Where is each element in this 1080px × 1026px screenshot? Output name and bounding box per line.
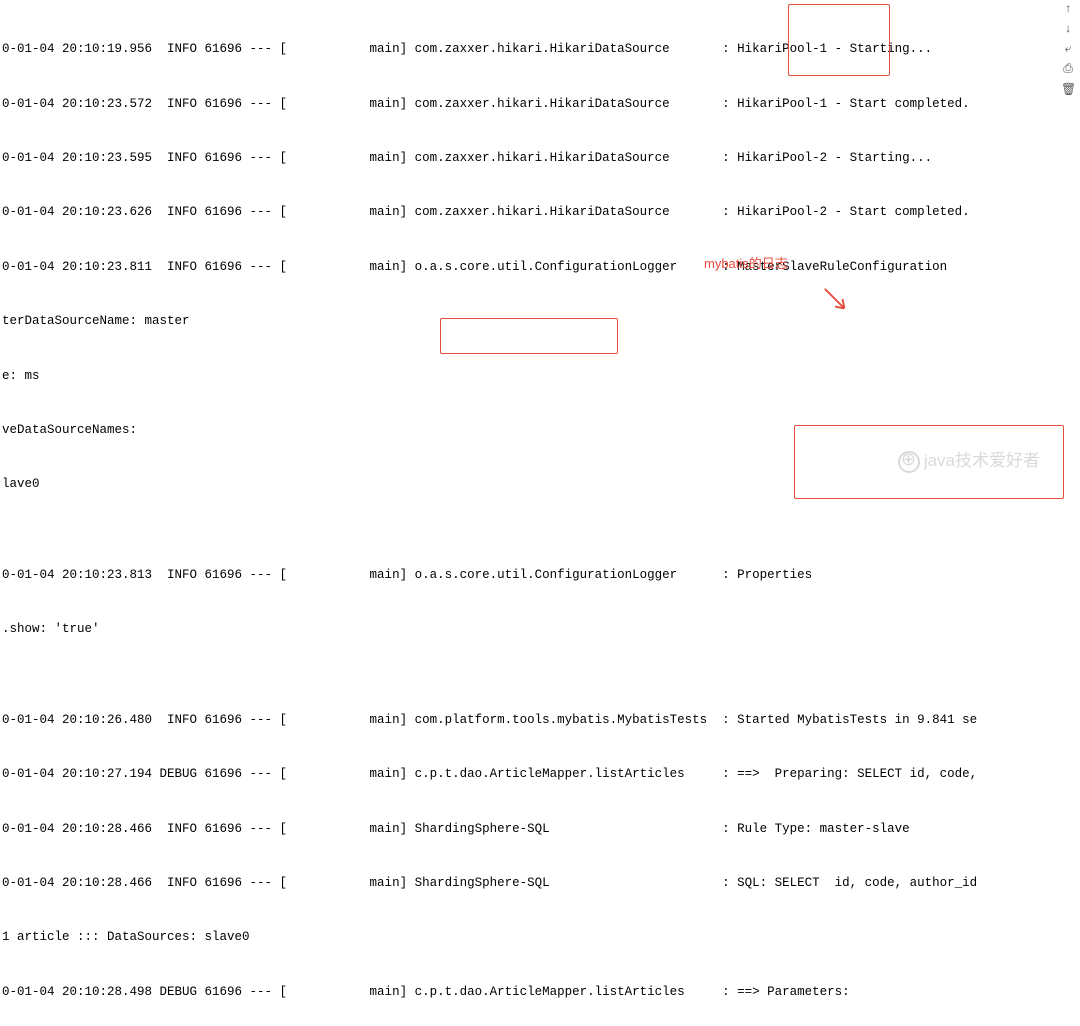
log-line: e: ms [2, 367, 1078, 385]
log-line: 0-01-04 20:10:27.194 DEBUG 61696 --- [ m… [2, 765, 1078, 783]
soft-wrap-icon[interactable]: ⤶ [1061, 42, 1075, 56]
print-icon[interactable]: ⎙ [1061, 62, 1075, 76]
log-line: 1 article ::: DataSources: slave0 [2, 928, 1078, 946]
log-line: .show: 'true' [2, 620, 1078, 638]
log-line: 0-01-04 20:10:23.813 INFO 61696 --- [ ma… [2, 566, 1078, 584]
scroll-down-icon[interactable]: ↓ [1061, 22, 1075, 36]
log-line: veDataSourceNames: [2, 421, 1078, 439]
log-line: terDataSourceName: master [2, 312, 1078, 330]
trash-icon[interactable]: 🗑 [1061, 82, 1075, 96]
log-line: 0-01-04 20:10:28.498 DEBUG 61696 --- [ m… [2, 983, 1078, 1001]
log-line: 0-01-04 20:10:23.572 INFO 61696 --- [ ma… [2, 95, 1078, 113]
log-line: 0-01-04 20:10:28.466 INFO 61696 --- [ ma… [2, 874, 1078, 892]
log-line: 0-01-04 20:10:28.466 INFO 61696 --- [ ma… [2, 820, 1078, 838]
log-output: 0-01-04 20:10:19.956 INFO 61696 --- [ ma… [0, 0, 1080, 1026]
log-line: 0-01-04 20:10:23.811 INFO 61696 --- [ ma… [2, 258, 1078, 276]
annotation-mybatis: mybatis的日志 [704, 255, 788, 274]
log-line: 0-01-04 20:10:23.626 INFO 61696 --- [ ma… [2, 203, 1078, 221]
scroll-up-icon[interactable]: ↑ [1061, 2, 1075, 16]
log-line: 0-01-04 20:10:26.480 INFO 61696 --- [ ma… [2, 711, 1078, 729]
log-line: 0-01-04 20:10:19.956 INFO 61696 --- [ ma… [2, 40, 1078, 58]
console-toolbar: ↑ ↓ ⤶ ⎙ 🗑 [1058, 2, 1078, 96]
log-line: lave0 [2, 475, 1078, 493]
log-line: 0-01-04 20:10:23.595 INFO 61696 --- [ ma… [2, 149, 1078, 167]
